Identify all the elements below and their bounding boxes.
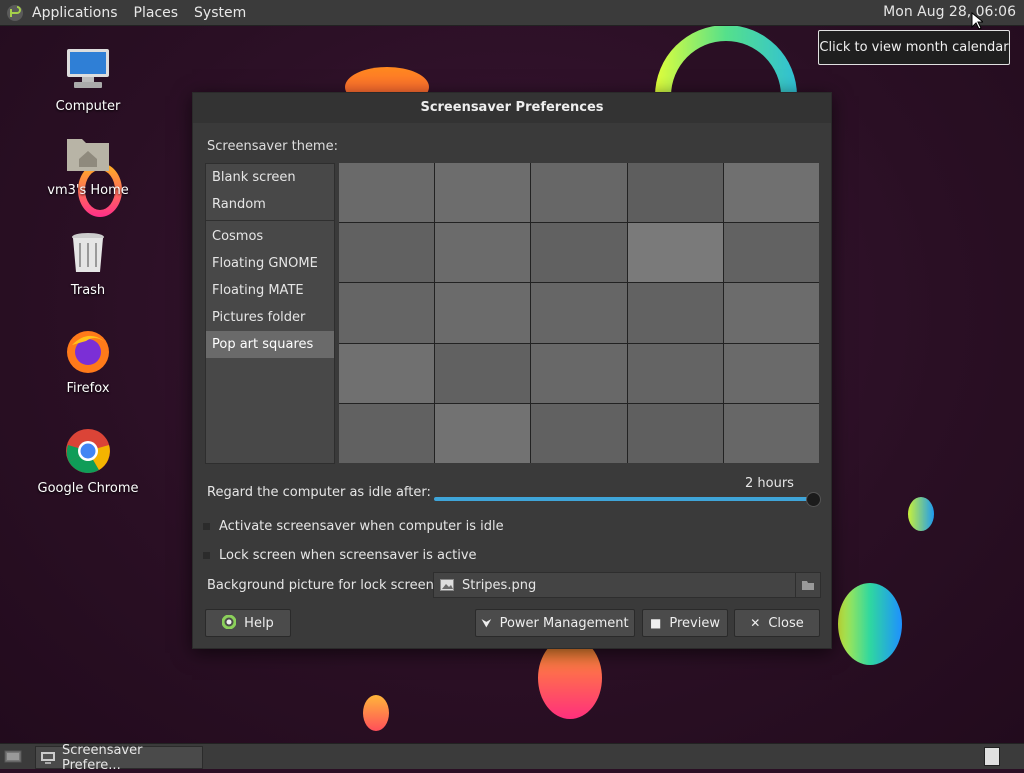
theme-item-cosmos[interactable]: Cosmos xyxy=(206,223,334,250)
power-management-icon: ⮟ xyxy=(481,615,492,630)
menu-applications[interactable]: Applications xyxy=(24,5,126,21)
clock-tooltip: Click to view month calendar xyxy=(818,30,1010,65)
preview-square xyxy=(531,403,627,463)
chrome-icon xyxy=(64,427,112,475)
theme-item-blank-screen[interactable]: Blank screen xyxy=(206,164,334,191)
preview-square xyxy=(339,223,435,283)
theme-list[interactable]: Blank screen Random Cosmos Floating GNOM… xyxy=(205,163,335,464)
preview-square xyxy=(723,163,819,223)
background-picture-label: Background picture for lock screen: xyxy=(207,578,439,593)
wallpaper-blob-bottom-small xyxy=(363,695,389,731)
desktop-icon-firefox[interactable]: Firefox xyxy=(33,327,143,396)
theme-preview xyxy=(339,163,819,463)
idle-label: Regard the computer as idle after: xyxy=(207,485,431,500)
background-file-chooser[interactable]: Stripes.png xyxy=(433,572,821,598)
theme-item-floating-gnome[interactable]: Floating GNOME xyxy=(206,250,334,277)
screensaver-app-icon xyxy=(40,751,56,765)
trash-icon xyxy=(64,229,112,277)
desktop-icon-computer[interactable]: Computer xyxy=(33,45,143,114)
preview-square xyxy=(723,343,819,403)
lock-screen-label: Lock screen when screensaver is active xyxy=(219,548,477,563)
preview-square xyxy=(339,403,435,463)
close-button[interactable]: ✕ Close xyxy=(734,609,820,637)
power-management-button[interactable]: ⮟ Power Management xyxy=(475,609,635,637)
preview-square xyxy=(531,283,627,343)
preview-square xyxy=(627,163,723,223)
image-file-icon xyxy=(440,579,454,591)
taskbar-button-label: Screensaver Prefere... xyxy=(62,742,143,773)
preview-button[interactable]: ■ Preview xyxy=(642,609,728,637)
preview-square xyxy=(339,283,435,343)
preview-square xyxy=(531,223,627,283)
idle-slider[interactable] xyxy=(434,492,821,507)
workspace-switcher[interactable] xyxy=(984,747,1000,766)
preview-button-label: Preview xyxy=(669,615,720,631)
theme-item-pop-art-squares[interactable]: Pop art squares xyxy=(206,331,334,358)
preview-square xyxy=(435,403,531,463)
desktop-icon-chrome[interactable]: Google Chrome xyxy=(33,427,143,496)
preview-square xyxy=(531,343,627,403)
help-icon xyxy=(221,614,237,632)
lock-screen-checkbox[interactable] xyxy=(203,552,210,559)
menu-places[interactable]: Places xyxy=(126,5,187,21)
preview-square xyxy=(435,163,531,223)
mate-logo-icon[interactable] xyxy=(6,4,24,22)
screensaver-preferences-dialog: Screensaver Preferences Screensaver them… xyxy=(192,92,832,649)
preview-square xyxy=(627,283,723,343)
wallpaper-blob-bottom xyxy=(538,637,602,719)
background-file-name: Stripes.png xyxy=(462,577,537,593)
computer-icon xyxy=(64,45,112,93)
activate-screensaver-label: Activate screensaver when computer is id… xyxy=(219,519,504,534)
menu-system[interactable]: System xyxy=(186,5,254,21)
activate-screensaver-checkbox[interactable] xyxy=(203,523,210,530)
preview-square xyxy=(723,403,819,463)
idle-slider-handle[interactable] xyxy=(806,492,821,507)
wallpaper-blob-right-big xyxy=(838,583,902,665)
activate-screensaver-option[interactable]: Activate screensaver when computer is id… xyxy=(203,519,504,534)
idle-slider-fill xyxy=(434,497,814,501)
preview-square xyxy=(531,163,627,223)
preview-square xyxy=(627,403,723,463)
desktop-icon-label: Google Chrome xyxy=(37,481,139,496)
preview-square xyxy=(435,343,531,403)
firefox-icon xyxy=(64,327,112,375)
clock[interactable]: Mon Aug 28, 06:06 xyxy=(879,0,1020,25)
theme-item-pictures-folder[interactable]: Pictures folder xyxy=(206,304,334,331)
preview-square xyxy=(435,223,531,283)
top-panel: Applications Places System Mon Aug 28, 0… xyxy=(0,0,1024,30)
power-management-label: Power Management xyxy=(499,615,629,631)
idle-slider-value: 2 hours xyxy=(745,476,794,491)
preview-square xyxy=(627,223,723,283)
dialog-title[interactable]: Screensaver Preferences xyxy=(193,93,831,123)
help-button-label: Help xyxy=(244,615,274,631)
desktop-icon-label: Computer xyxy=(55,99,121,114)
desktop-icon-label: Trash xyxy=(70,283,106,298)
desktop-icon-label: Firefox xyxy=(66,381,110,396)
bottom-panel: Screensaver Prefere... xyxy=(0,743,1024,773)
preview-square xyxy=(723,223,819,283)
preview-square xyxy=(723,283,819,343)
desktop-icon-trash[interactable]: Trash xyxy=(33,229,143,298)
preview-square xyxy=(435,283,531,343)
preview-square xyxy=(339,163,435,223)
help-button[interactable]: Help xyxy=(205,609,291,637)
taskbar-button-screensaver[interactable]: Screensaver Prefere... xyxy=(35,743,203,773)
close-button-label: Close xyxy=(768,615,804,631)
wallpaper-blob-right xyxy=(908,497,934,531)
preview-square xyxy=(627,343,723,403)
theme-item-random[interactable]: Random xyxy=(206,191,334,218)
theme-label: Screensaver theme: xyxy=(207,139,338,154)
lock-screen-option[interactable]: Lock screen when screensaver is active xyxy=(203,548,477,563)
folder-icon[interactable] xyxy=(795,573,820,597)
show-desktop-icon[interactable] xyxy=(4,748,22,768)
close-icon: ✕ xyxy=(750,616,761,630)
preview-icon: ■ xyxy=(650,616,662,630)
preview-square xyxy=(339,343,435,403)
theme-item-floating-mate[interactable]: Floating MATE xyxy=(206,277,334,304)
desktop-icon-label: vm3's Home xyxy=(47,183,129,198)
home-folder-icon xyxy=(64,129,112,177)
desktop-icon-home[interactable]: vm3's Home xyxy=(33,129,143,198)
theme-list-separator xyxy=(206,220,334,221)
